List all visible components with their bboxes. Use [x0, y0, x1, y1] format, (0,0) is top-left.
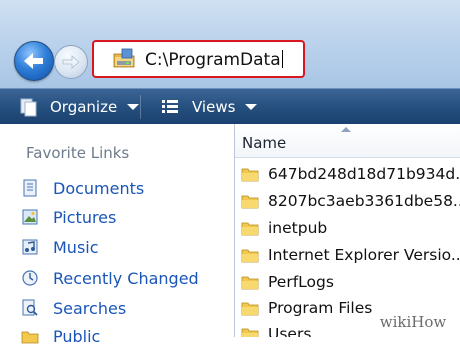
favorite-item-label: Pictures	[53, 207, 117, 227]
music-icon	[22, 239, 38, 255]
sort-ascending-icon	[341, 127, 351, 132]
address-path-text: C:\ProgramData	[145, 50, 283, 70]
favorite-links-heading: Favorite Links	[26, 144, 130, 162]
list-item-name: PerfLogs	[268, 273, 334, 291]
list-item[interactable]: Program Files	[241, 296, 372, 320]
list-item[interactable]: 8207bc3aeb3361dbe58...	[241, 189, 460, 213]
public-folder-icon	[21, 331, 39, 344]
favorite-item-label: Public	[53, 326, 101, 346]
favorite-item-pictures[interactable]: Pictures	[20, 205, 116, 229]
organize-button[interactable]: Organize	[18, 89, 140, 124]
list-item-name: 647bd248d18d71b934d...	[268, 165, 460, 183]
searches-icon	[22, 299, 38, 316]
documents-icon	[23, 179, 37, 197]
folder-icon	[241, 195, 259, 208]
list-item-name: inetpub	[268, 219, 328, 237]
organize-label: Organize	[50, 97, 118, 116]
drive-folder-icon	[113, 48, 135, 68]
list-item[interactable]: Internet Explorer Versio...	[241, 243, 460, 267]
address-field[interactable]: C:\ProgramData	[92, 40, 305, 78]
favorite-item-label: Searches	[53, 298, 127, 318]
list-item[interactable]: 647bd248d18d71b934d...	[241, 162, 460, 186]
recently-changed-icon	[22, 270, 38, 286]
organize-icon	[20, 98, 37, 116]
favorite-item-label: Documents	[53, 178, 145, 198]
views-button[interactable]: Views	[160, 89, 258, 124]
favorite-item-music[interactable]: Music	[20, 235, 99, 259]
folder-icon	[241, 168, 259, 181]
list-item-name: 8207bc3aeb3361dbe58...	[268, 192, 460, 210]
text-cursor	[281, 50, 283, 68]
folder-icon	[241, 222, 259, 235]
favorite-item-public[interactable]: Public	[20, 324, 100, 348]
list-item[interactable]: Users	[241, 322, 311, 337]
folder-icon	[241, 276, 259, 289]
navigation-pane: Favorite Links Documents Pictures Music …	[0, 124, 234, 346]
favorite-item-label: Music	[53, 237, 99, 257]
file-list: Name 647bd248d18d71b934d... 8207bc3aeb33…	[235, 124, 460, 337]
command-toolbar: Organize Views	[0, 88, 460, 124]
name-column-header[interactable]: Name	[235, 124, 460, 158]
forward-arrow-icon	[62, 55, 80, 69]
folder-icon	[241, 328, 259, 337]
views-icon	[162, 99, 178, 113]
back-button[interactable]	[14, 41, 54, 81]
organize-chevron-down-icon	[127, 103, 140, 110]
favorite-item-searches[interactable]: Searches	[20, 296, 126, 320]
list-item-name: Program Files	[268, 299, 373, 317]
address-bar-region: C:\ProgramData	[0, 0, 460, 88]
watermark-logo: wikiHow	[370, 311, 456, 333]
views-label: Views	[192, 97, 236, 116]
back-arrow-icon	[24, 53, 43, 69]
toolbar-divider	[140, 95, 141, 119]
list-item-name: Users	[268, 325, 312, 337]
name-column-label: Name	[242, 134, 287, 152]
favorite-item-documents[interactable]: Documents	[20, 176, 144, 200]
pictures-icon	[22, 209, 38, 225]
views-chevron-down-icon	[245, 103, 258, 110]
list-item[interactable]: PerfLogs	[241, 270, 334, 294]
list-item-name: Internet Explorer Versio...	[268, 246, 460, 264]
favorite-item-recently-changed[interactable]: Recently Changed	[20, 266, 199, 290]
list-item[interactable]: inetpub	[241, 216, 327, 240]
favorite-item-label: Recently Changed	[53, 268, 199, 288]
folder-icon	[241, 302, 259, 315]
forward-button[interactable]	[54, 45, 88, 79]
folder-icon	[241, 249, 259, 262]
